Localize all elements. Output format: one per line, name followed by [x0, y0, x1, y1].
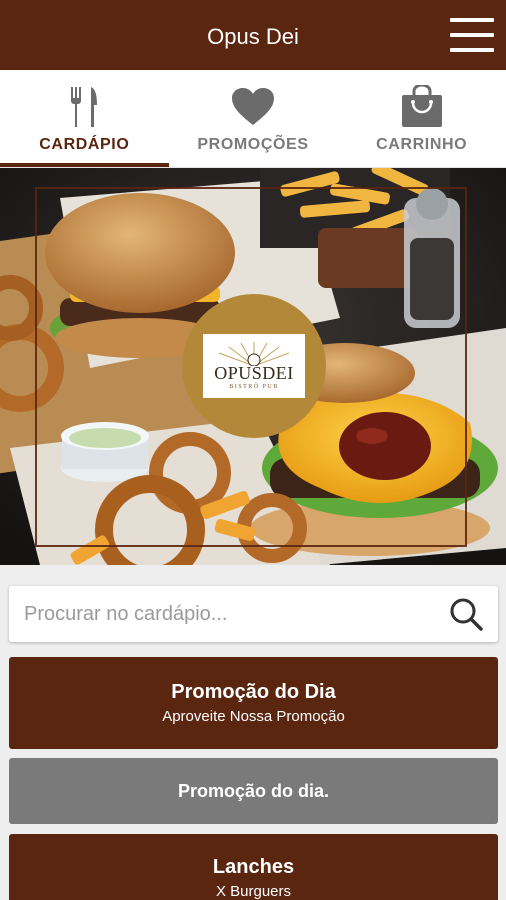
app-title: Opus Dei	[207, 24, 299, 49]
tab-promocoes[interactable]: PROMOÇÕES	[169, 70, 338, 167]
search-icon[interactable]	[448, 596, 484, 632]
fork-knife-icon	[71, 87, 98, 127]
tab-label: CARDÁPIO	[39, 136, 130, 153]
restaurant-logo: OPUSDEI BISTRÔ PUB	[182, 294, 326, 438]
tab-label: CARRINHO	[376, 136, 468, 153]
category-title: Promoção do dia.	[177, 780, 330, 801]
category-subtitle: Aproveite Nossa Promoção	[162, 708, 345, 725]
search-bar	[9, 586, 498, 642]
heart-icon	[232, 88, 274, 125]
shopping-bag-icon	[401, 85, 442, 127]
search-input[interactable]	[9, 586, 429, 642]
category-promocao-do-dia-2[interactable]: Promoção do dia.	[9, 758, 498, 824]
category-title: Lanches	[212, 856, 295, 878]
category-lanches[interactable]: Lanches X Burguers	[9, 834, 498, 900]
category-title: Promoção do Dia	[171, 681, 336, 703]
category-subtitle: X Burguers	[215, 883, 292, 900]
logo-subtitle: BISTRÔ PUB	[229, 384, 279, 390]
tab-bar: CARDÁPIO PROMOÇÕES CARRINHO	[0, 70, 506, 168]
logo-card: OPUSDEI BISTRÔ PUB	[203, 334, 305, 398]
logo-name: OPUSDEI	[214, 363, 294, 383]
tab-label: PROMOÇÕES	[197, 136, 309, 153]
tab-cardapio[interactable]: CARDÁPIO	[0, 70, 169, 167]
category-promocao-do-dia[interactable]: Promoção do Dia Aproveite Nossa Promoção	[9, 657, 498, 749]
hero-banner: OPUSDEI BISTRÔ PUB	[0, 168, 506, 565]
app-header: Opus Dei	[0, 0, 506, 70]
tab-carrinho[interactable]: CARRINHO	[337, 70, 506, 167]
hamburger-menu-icon[interactable]	[450, 18, 494, 52]
